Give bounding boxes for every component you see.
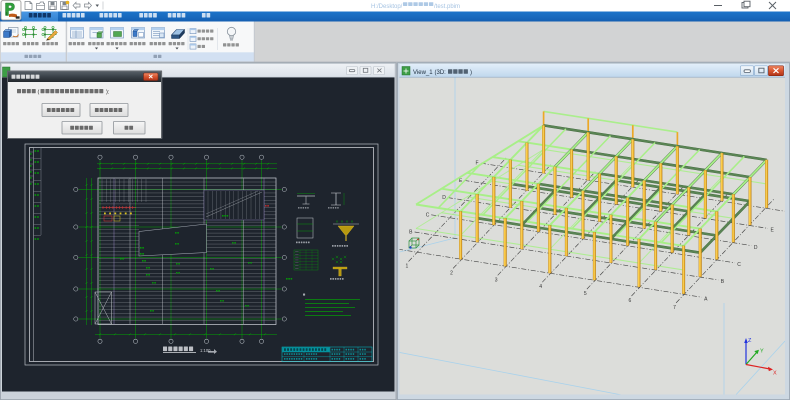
svg-text:X: X (773, 371, 777, 377)
svg-text:View_1: View_1 (413, 70, 433, 76)
svg-text:): ) (470, 70, 472, 76)
svg-text:1: 1 (406, 264, 409, 270)
svg-text:2: 2 (450, 270, 453, 276)
svg-text:7: 7 (673, 305, 676, 311)
svg-text:D: D (754, 245, 758, 251)
svg-text:3: 3 (495, 277, 498, 283)
svg-text:6: 6 (629, 298, 632, 304)
svg-text:/test.pbim: /test.pbim (434, 4, 460, 10)
svg-text:C: C (426, 212, 430, 218)
svg-text:5: 5 (584, 291, 587, 297)
svg-text:H:/Desktop/: H:/Desktop/ (371, 4, 403, 10)
svg-text:4: 4 (539, 284, 542, 290)
svg-text:C: C (737, 262, 741, 268)
svg-text:Y: Y (760, 349, 764, 355)
svg-text:):: ): (106, 89, 110, 95)
svg-text:(: ( (38, 89, 40, 95)
svg-text:(3D:: (3D: (435, 70, 447, 76)
